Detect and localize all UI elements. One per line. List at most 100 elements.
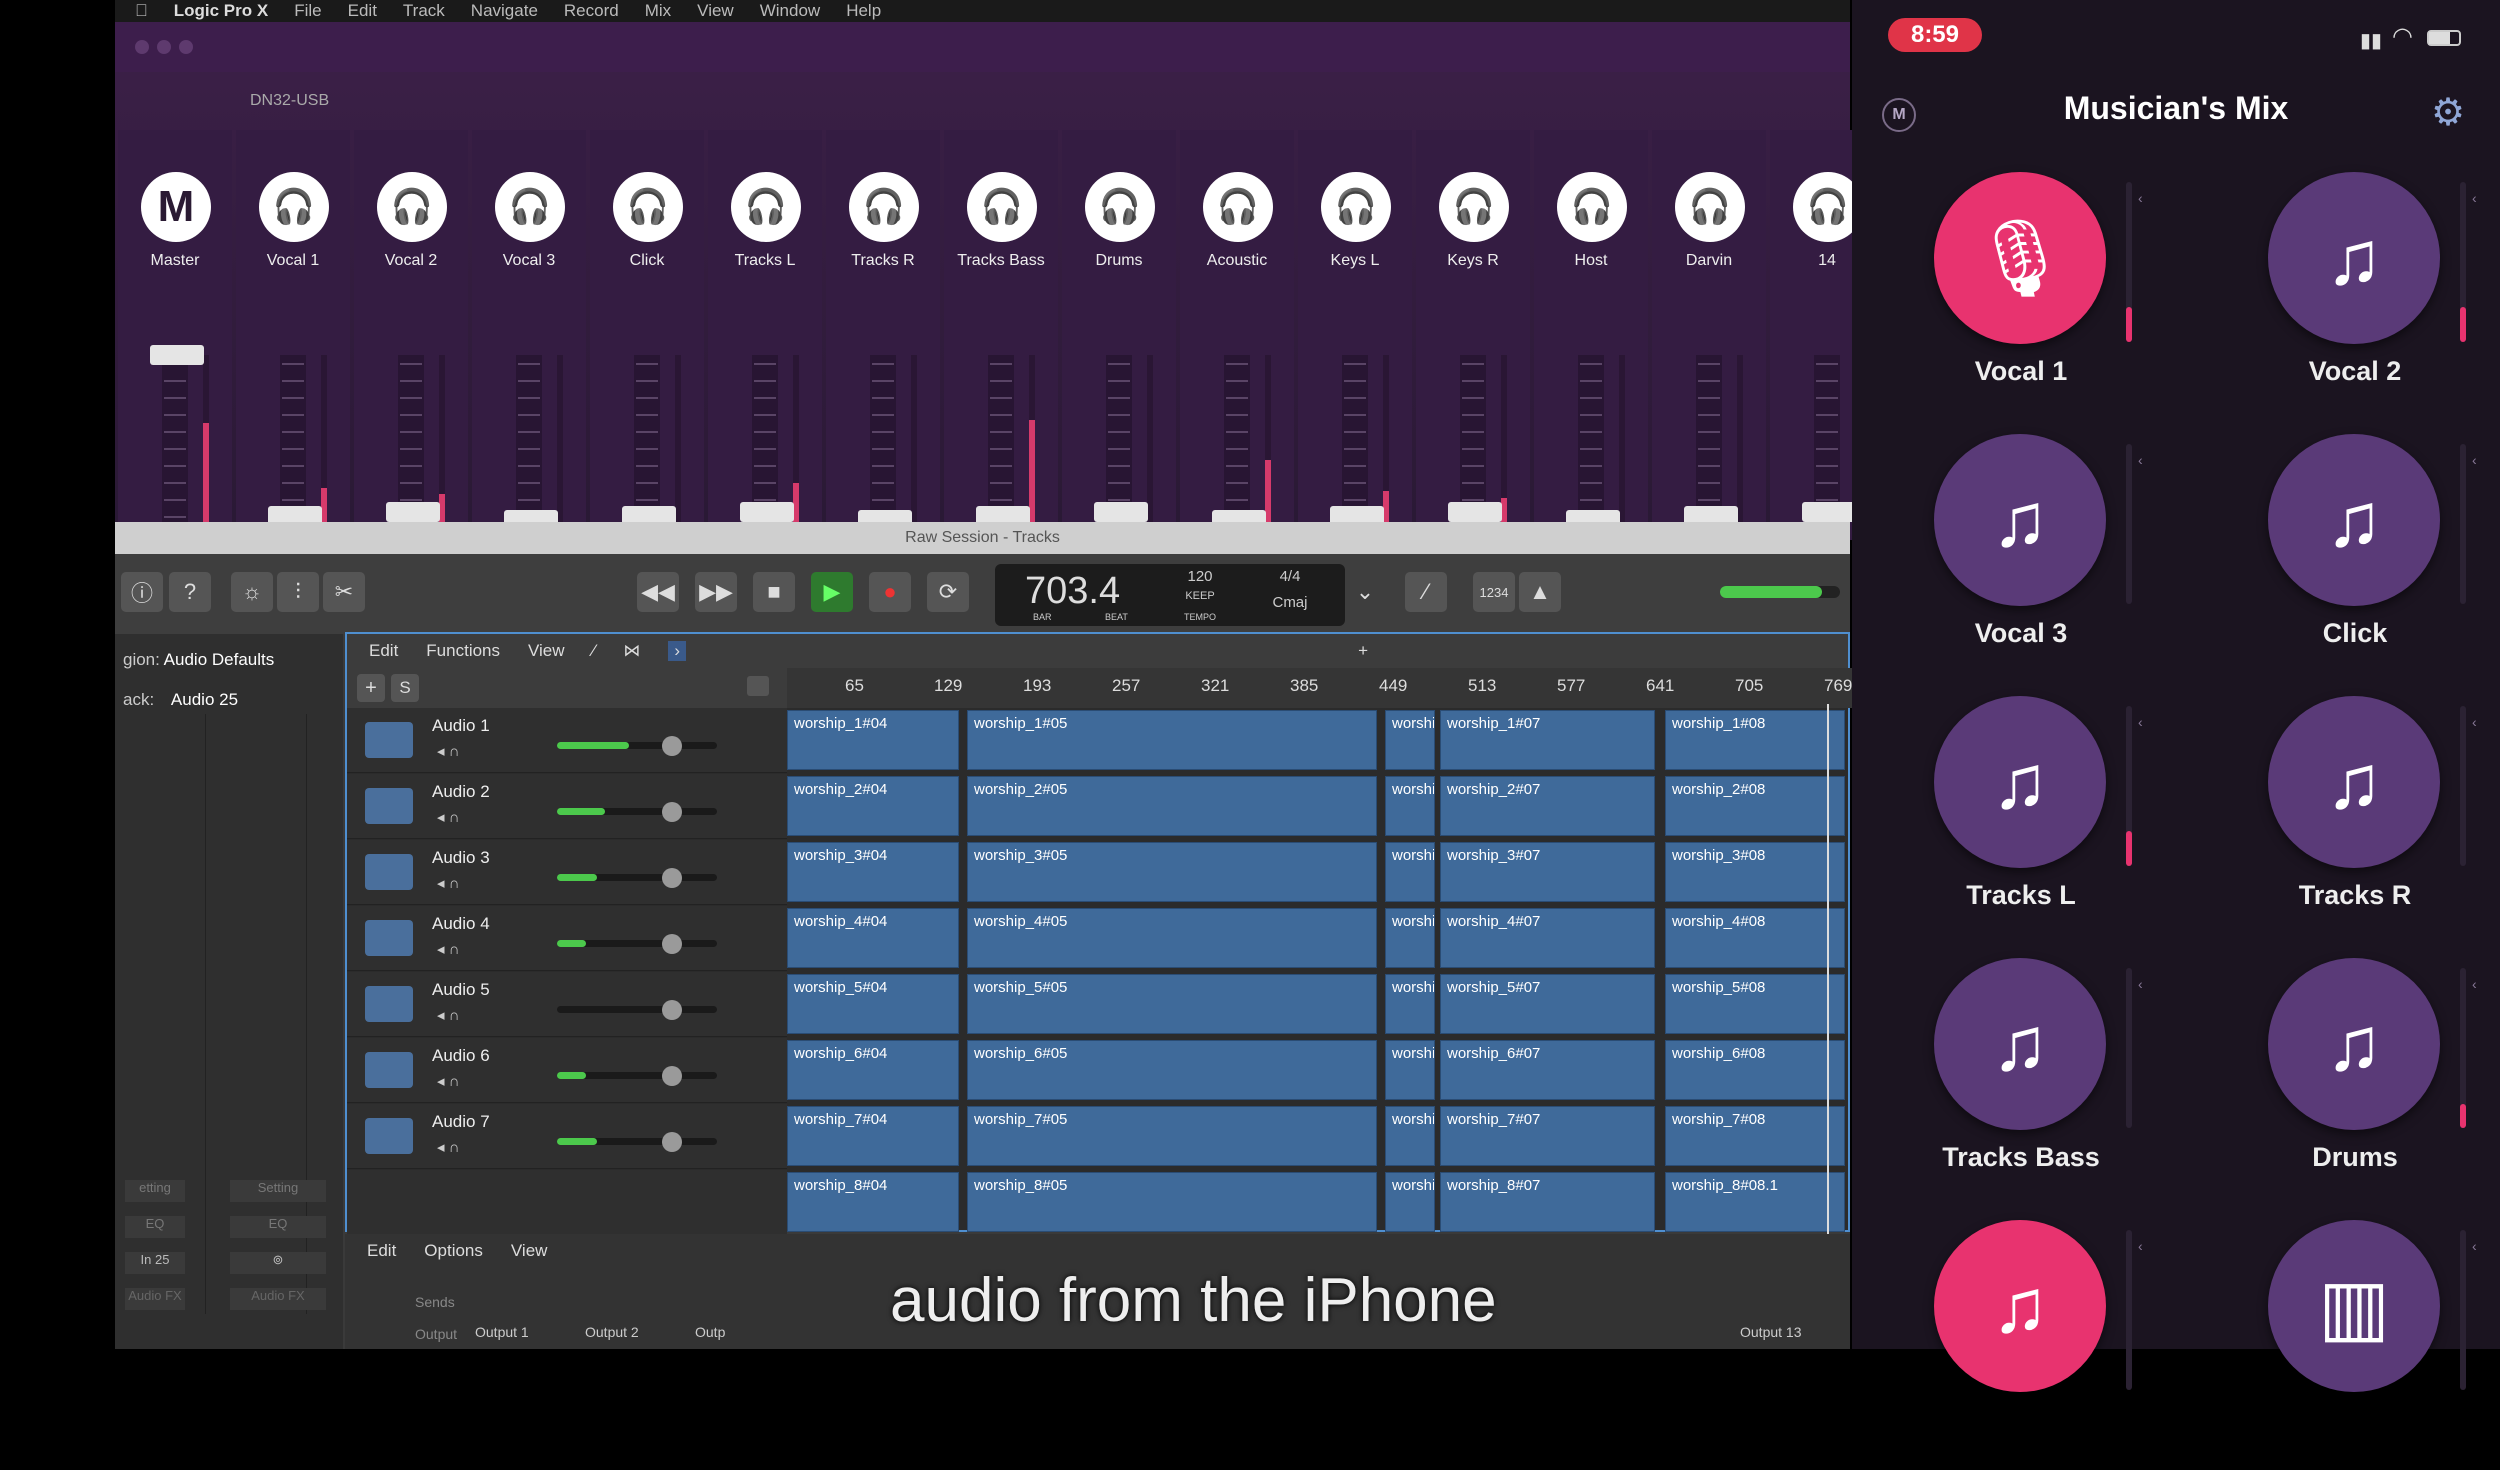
output-slot[interactable]: Output 1 [475,1324,575,1340]
setting-button-right[interactable]: Setting [230,1180,326,1202]
audio-region[interactable]: worship_1#08 [1665,710,1845,770]
fader-handle[interactable] [150,345,204,365]
audio-region[interactable]: worship_4#07 [1440,908,1655,968]
setting-button-left[interactable]: etting [125,1180,185,1202]
rewind-button[interactable]: ◀◀ [637,572,679,612]
menu-file[interactable]: File [294,1,321,21]
menu-track[interactable]: Track [403,1,445,21]
channel-tile[interactable]: ♫ Tracks R ‹ [2210,696,2500,946]
audio-region[interactable]: worship_3#05 [967,842,1377,902]
audio-region[interactable]: worship_2#04 [787,776,959,836]
audio-region[interactable]: worship_8#04 [787,1172,959,1232]
volume-slider[interactable] [557,742,717,749]
fader-handle[interactable] [1802,502,1856,522]
help-icon[interactable]: ? [169,572,211,612]
volume-slider[interactable] [557,874,717,881]
headphones-icon[interactable]: 🎧 [1675,172,1745,242]
menu-edit[interactable]: Edit [348,1,377,21]
music-note-icon[interactable]: ♫ [2268,958,2440,1130]
functions-menu[interactable]: Functions [426,641,500,661]
track-header[interactable]: Audio 5 ◂ ∩ [347,972,787,1037]
chevron-left-icon[interactable]: ‹ [2138,1238,2143,1254]
bottom-edit-menu[interactable]: Edit [367,1241,396,1261]
volume-slider[interactable] [557,808,717,815]
menu-record[interactable]: Record [564,1,619,21]
track-header[interactable]: Audio 6 ◂ ∩ [347,1038,787,1103]
headphones-icon[interactable]: 🎧 [1321,172,1391,242]
show-global-tracks-button[interactable]: S [391,674,419,702]
mute-icon[interactable]: ◂ ∩ [437,874,459,892]
add-icon[interactable]: + [1358,641,1368,661]
audio-region[interactable]: worship_4#05 [967,908,1377,968]
fader-handle[interactable] [1448,502,1502,522]
record-button[interactable]: ● [869,572,911,612]
link-icon[interactable]: ⊚ [230,1252,326,1274]
audio-region[interactable]: worshi [1385,776,1435,836]
volume-slider[interactable] [557,940,717,947]
headphones-icon[interactable]: 🎧 [1203,172,1273,242]
channel-tile[interactable]: ♫ Click ‹ [2210,434,2500,684]
options-menu[interactable]: Options [424,1241,483,1261]
edit-menu[interactable]: Edit [369,641,398,661]
audio-region[interactable]: worship_5#07 [1440,974,1655,1034]
view-menu[interactable]: View [528,641,565,661]
headphones-icon[interactable]: 🎧 [1085,172,1155,242]
audio-region[interactable]: worship_8#08.1 [1665,1172,1845,1232]
music-note-icon[interactable]: ♫ [1934,696,2106,868]
audio-region[interactable]: worship_3#08 [1665,842,1845,902]
audio-region[interactable]: worship_8#07 [1440,1172,1655,1232]
zoom-window-button[interactable] [179,40,193,54]
chevron-left-icon[interactable]: ‹ [2138,714,2143,730]
audio-region[interactable]: worshi [1385,1106,1435,1166]
volume-knob[interactable] [662,1000,682,1020]
audio-region[interactable]: worshi [1385,1172,1435,1232]
volume-knob[interactable] [662,1132,682,1152]
audio-region[interactable]: worship_1#05 [967,710,1377,770]
headphones-icon[interactable]: 🎧 [967,172,1037,242]
audio-region[interactable]: worship_1#04 [787,710,959,770]
headphones-icon[interactable]: 🎧 [613,172,683,242]
volume-knob[interactable] [662,736,682,756]
menu-mix[interactable]: Mix [645,1,671,21]
audio-region[interactable]: worshi [1385,974,1435,1034]
music-note-icon[interactable]: ♫ [1934,434,2106,606]
menu-help[interactable]: Help [846,1,881,21]
input-button[interactable]: In 25 [125,1252,185,1274]
gear-icon[interactable]: ⚙ [2427,92,2469,134]
count-in-button[interactable]: 1234 [1473,572,1515,612]
volume-knob[interactable] [662,868,682,888]
audio-region[interactable]: worship_2#08 [1665,776,1845,836]
chevron-left-icon[interactable]: ‹ [2138,976,2143,992]
region-inspector-row[interactable]: gion: Audio Defaults [123,650,274,670]
mute-icon[interactable]: ◂ ∩ [437,808,459,826]
volume-knob[interactable] [662,934,682,954]
output-slot[interactable]: Output 13 [1740,1324,1840,1340]
track-name[interactable]: Audio 6 [432,1046,490,1066]
fader-handle[interactable] [1094,502,1148,522]
audio-region[interactable]: worship_4#08 [1665,908,1845,968]
audio-region[interactable]: worship_8#05 [967,1172,1377,1232]
chevron-left-icon[interactable]: ‹ [2472,452,2477,468]
channel-tile[interactable]: ♫ Vocal 3 ‹ [1876,434,2176,684]
lcd-display[interactable]: 703.4 BAR BEAT 120 KEEP TEMPO 4/4 Cmaj [995,564,1345,626]
chevron-left-icon[interactable]: ‹ [2472,976,2477,992]
music-note-icon[interactable]: ♫ [1934,958,2106,1130]
volume-slider[interactable] [557,1072,717,1079]
channel-tile[interactable]: ♫ Vocal 2 ‹ [2210,172,2500,422]
headphones-icon[interactable]: 🎧 [377,172,447,242]
flex-icon[interactable]: ⋈ [623,641,640,661]
track-header[interactable]: Audio 7 ◂ ∩ [347,1104,787,1169]
track-name[interactable]: Audio 3 [432,848,490,868]
headphones-icon[interactable]: 🎧 [495,172,565,242]
music-note-icon[interactable]: ♫ [1934,1220,2106,1392]
playhead[interactable] [1827,704,1829,1234]
chevron-left-icon[interactable]: ‹ [2472,714,2477,730]
chevron-left-icon[interactable]: ‹ [2138,190,2143,206]
track-name[interactable]: Audio 5 [432,980,490,1000]
track-name[interactable]: Audio 2 [432,782,490,802]
audio-region[interactable]: worshi [1385,1040,1435,1100]
chevron-left-icon[interactable]: ‹ [2472,1238,2477,1254]
audio-region[interactable]: worship_7#08 [1665,1106,1845,1166]
chevron-left-icon[interactable]: ‹ [2138,452,2143,468]
audio-fx-right[interactable]: Audio FX [230,1288,326,1310]
